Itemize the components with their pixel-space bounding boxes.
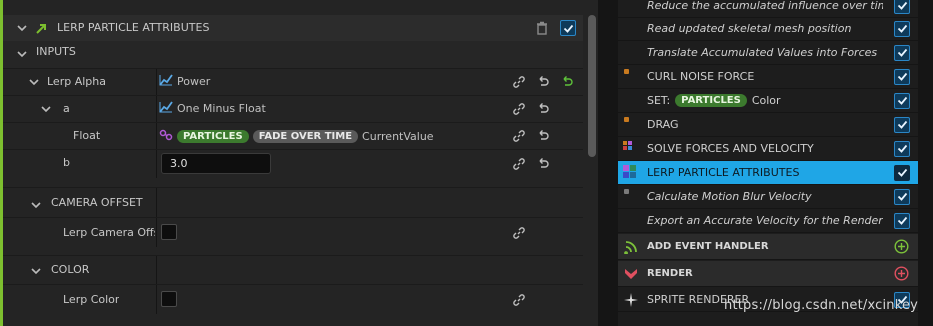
lerp-alpha-label: Lerp Alpha xyxy=(47,75,106,88)
reset-icon[interactable] xyxy=(536,129,550,143)
reset-icon[interactable] xyxy=(536,102,550,116)
module-title: LERP PARTICLE ATTRIBUTES xyxy=(57,21,210,34)
lerp-color-label: Lerp Color xyxy=(63,293,120,306)
stack-item-checkbox[interactable] xyxy=(894,92,910,109)
stack-item-checkbox[interactable] xyxy=(894,20,910,37)
details-panel: LERP PARTICLE ATTRIBUTES INPUTS Lerp Alp… xyxy=(0,0,598,326)
lerp-camera-offset-row: Lerp Camera Offs xyxy=(3,217,583,247)
chevron-down-icon[interactable] xyxy=(17,49,27,59)
inputs-category: INPUTS xyxy=(3,41,583,68)
lerp-camera-offset-label: Lerp Camera Offs xyxy=(63,226,155,239)
chevron-down-icon[interactable] xyxy=(29,77,39,87)
multi-dot-icon xyxy=(623,141,633,151)
trash-icon[interactable] xyxy=(535,21,549,35)
lerp-alpha-value[interactable]: Power xyxy=(159,74,210,89)
stack-item-curl-noise[interactable]: CURL NOISE FORCE xyxy=(618,65,918,89)
add-icon[interactable] xyxy=(894,239,909,257)
render-icon xyxy=(624,267,638,284)
link-icon[interactable] xyxy=(512,102,526,116)
reset-to-default-icon[interactable] xyxy=(560,75,574,89)
stack-item-lerp-particle-attributes[interactable]: LERP PARTICLE ATTRIBUTES xyxy=(618,161,918,185)
b-row: b 3.0 xyxy=(3,149,583,178)
camera-offset-category: CAMERA OFFSET xyxy=(3,187,583,218)
stack-item-checkbox[interactable] xyxy=(894,68,910,85)
chevron-down-icon[interactable] xyxy=(17,23,27,33)
particles-pill: PARTICLES xyxy=(177,130,249,143)
lerp-color-row: Lerp Color xyxy=(3,284,583,314)
link-parameter-icon xyxy=(159,128,173,145)
stack-item[interactable]: Reduce the accumulated influence over ti… xyxy=(618,0,918,18)
link-icon[interactable] xyxy=(512,226,526,240)
stack-item-motion-blur[interactable]: Calculate Motion Blur Velocity xyxy=(618,185,918,209)
lerp-camera-offset-checkbox[interactable] xyxy=(161,224,177,240)
chevron-down-icon[interactable] xyxy=(31,266,41,276)
stack-item[interactable]: Translate Accumulated Values into Forces xyxy=(618,41,918,65)
add-icon[interactable] xyxy=(894,266,909,284)
link-icon[interactable] xyxy=(512,293,526,307)
b-number-input[interactable]: 3.0 xyxy=(161,153,271,174)
watermark: https://blog.csdn.net/xcinkey xyxy=(724,298,919,313)
color-category: COLOR xyxy=(3,255,583,285)
color-label: COLOR xyxy=(51,263,90,276)
fade-over-time-pill: FADE OVER TIME xyxy=(252,130,359,143)
graph-icon xyxy=(159,101,173,116)
link-icon[interactable] xyxy=(512,75,526,89)
lerp-alpha-row: Lerp Alpha Power xyxy=(3,68,583,96)
add-event-handler-section[interactable]: ADD EVENT HANDLER xyxy=(618,234,918,260)
details-scrollbar[interactable] xyxy=(588,15,596,157)
float-label: Float xyxy=(73,129,101,142)
float-value[interactable]: PARTICLES FADE OVER TIME CurrentValue xyxy=(159,128,434,145)
stack-item-checkbox[interactable] xyxy=(894,44,910,61)
graph-icon xyxy=(159,74,173,89)
reset-icon[interactable] xyxy=(536,75,550,89)
stack-item-checkbox[interactable] xyxy=(894,188,910,205)
module-dot-icon xyxy=(624,189,629,194)
stack-item-drag[interactable]: DRAG xyxy=(618,113,918,137)
event-handler-icon xyxy=(624,240,638,257)
stack-item[interactable]: Read updated skeletal mesh position xyxy=(618,17,918,41)
chevron-down-icon[interactable] xyxy=(31,200,41,210)
module-dot-icon xyxy=(624,117,629,122)
stack-item-checkbox[interactable] xyxy=(894,116,910,133)
module-header: LERP PARTICLE ATTRIBUTES xyxy=(3,15,583,41)
stack-item-set-color[interactable]: SET: PARTICLES Color xyxy=(618,89,918,113)
a-row: a One Minus Float xyxy=(3,95,583,123)
stack-item-checkbox[interactable] xyxy=(894,212,910,229)
a-label: a xyxy=(63,102,70,115)
module-icon xyxy=(35,21,49,35)
module-enabled-checkbox[interactable] xyxy=(560,20,576,36)
link-icon[interactable] xyxy=(512,129,526,143)
sprite-icon xyxy=(624,293,638,310)
float-row: Float PARTICLES FADE OVER TIME CurrentVa… xyxy=(3,122,583,150)
stack-item-export-velocity[interactable]: Export an Accurate Velocity for the Rend… xyxy=(618,209,918,233)
a-value[interactable]: One Minus Float xyxy=(159,101,266,116)
inputs-label: INPUTS xyxy=(36,45,76,58)
chevron-down-icon[interactable] xyxy=(41,104,51,114)
module-dot-icon xyxy=(624,69,629,74)
multi-dot-icon xyxy=(623,165,637,179)
stack-item-checkbox[interactable] xyxy=(894,0,910,14)
camera-offset-label: CAMERA OFFSET xyxy=(51,196,143,209)
stack-item-checkbox[interactable] xyxy=(894,140,910,157)
lerp-color-checkbox[interactable] xyxy=(161,291,177,307)
system-stack: Reduce the accumulated influence over ti… xyxy=(618,0,918,326)
particles-pill: PARTICLES xyxy=(675,94,747,107)
b-label: b xyxy=(63,156,70,169)
stack-item-checkbox[interactable] xyxy=(894,164,910,181)
link-icon[interactable] xyxy=(512,157,526,171)
stack-item-solve-forces[interactable]: SOLVE FORCES AND VELOCITY xyxy=(618,137,918,161)
reset-icon[interactable] xyxy=(536,157,550,171)
render-section[interactable]: RENDER xyxy=(618,261,918,287)
